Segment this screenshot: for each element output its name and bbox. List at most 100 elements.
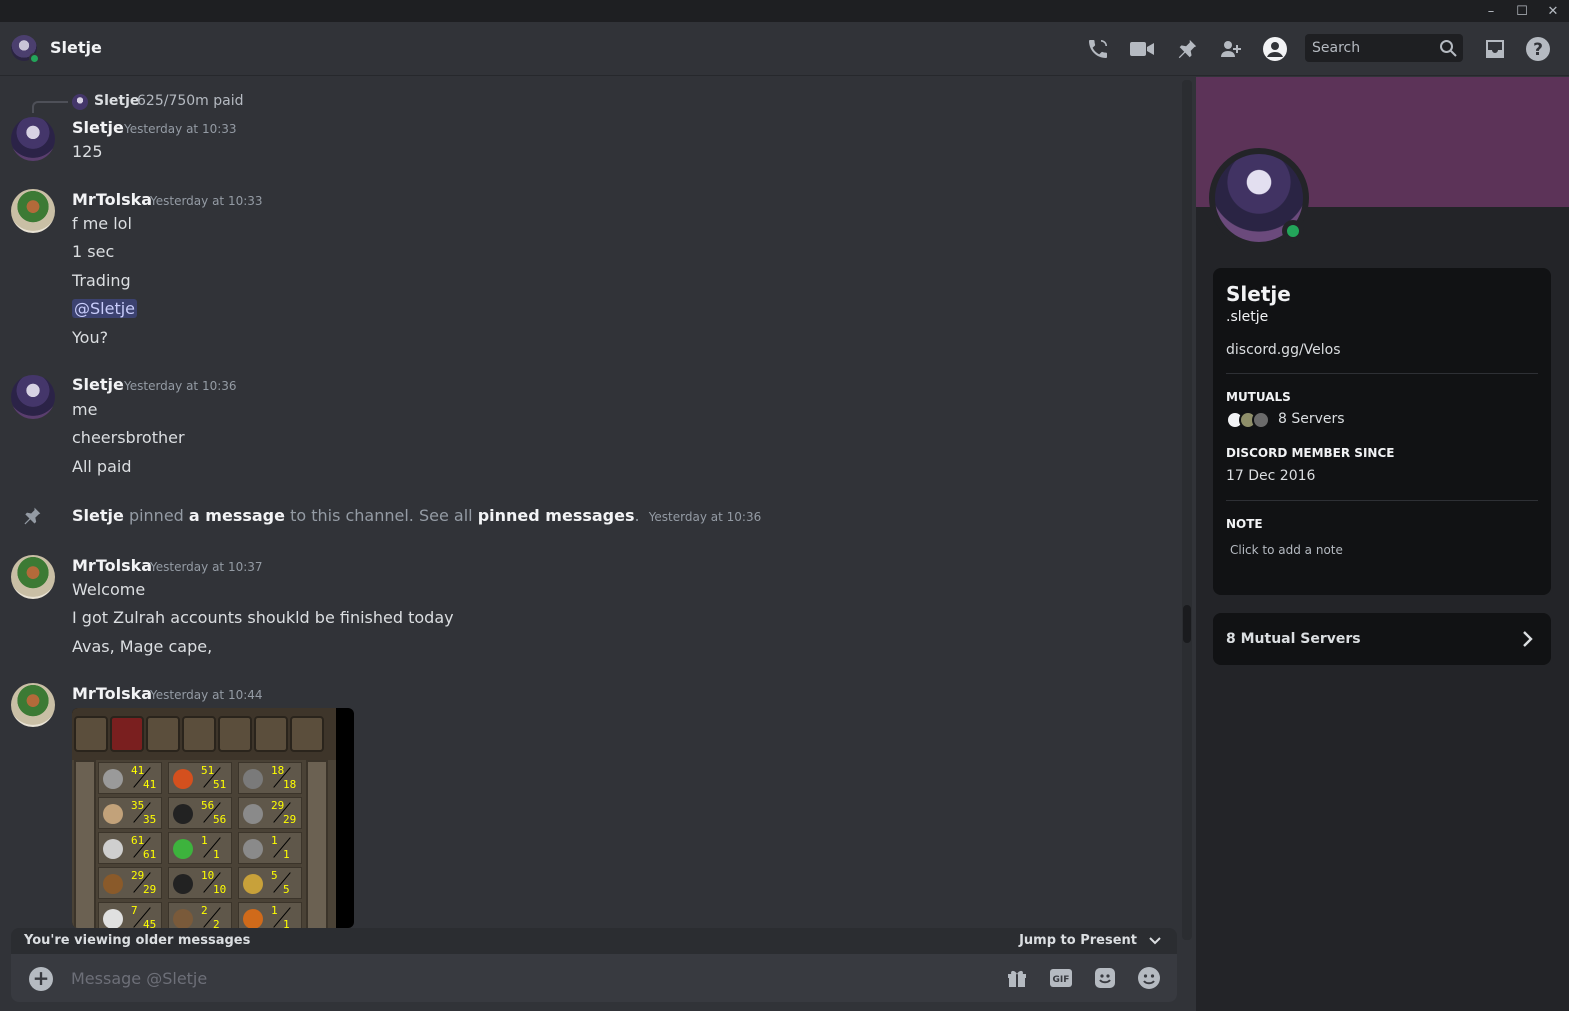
maximize-button[interactable]: ☐ [1507, 0, 1537, 22]
message-author[interactable]: MrTolska [72, 190, 152, 209]
avatar[interactable] [11, 189, 55, 233]
pinned-messages-link[interactable]: pinned messages [478, 506, 635, 525]
avatar[interactable] [11, 555, 55, 599]
skill-icon [103, 769, 123, 789]
message-text: cheersbrother [72, 428, 185, 447]
search-placeholder: Search [1312, 40, 1361, 56]
server-icon [1252, 411, 1270, 429]
skill-icon [173, 874, 193, 894]
skill-cell: 41 41 [98, 762, 162, 794]
online-status-icon [1282, 220, 1304, 242]
skill-max-level: 1 [283, 918, 290, 928]
message-text: You? [72, 328, 109, 347]
skill-cell: 11 [238, 832, 302, 864]
skill-level: 1 [201, 834, 208, 847]
image-attachment[interactable]: 41 41 51 51 18 18 35 35 56 56 29 29 61 61 1 1 1 1 29 29 10 10… [72, 708, 354, 928]
note-heading: NOTE [1226, 517, 1263, 531]
message-author[interactable]: MrTolska [72, 684, 152, 703]
scrollbar-track[interactable] [1182, 80, 1192, 940]
reply-author[interactable]: Sletje [94, 93, 139, 109]
message-timestamp: Yesterday at 10:37 [150, 560, 263, 574]
system-message: Sletje pinned a message to this channel.… [72, 506, 761, 525]
message-author[interactable]: MrTolska [72, 556, 152, 575]
user-mention[interactable]: @Sletje [72, 299, 138, 318]
message-text: 125 [72, 142, 103, 161]
message-input[interactable] [71, 966, 771, 990]
gift-icon[interactable] [1005, 966, 1029, 990]
skill-max-level: 41 [143, 778, 157, 791]
mutual-servers-label: 8 Mutual Servers [1226, 631, 1361, 647]
skill-max-level: 29 [283, 813, 297, 826]
message-text: Trading [72, 271, 131, 290]
profile-display-name: Sletje [1226, 282, 1291, 306]
skill-max-level: 45 [143, 918, 157, 928]
voice-call-icon[interactable] [1085, 36, 1111, 62]
skill-cell: 22 [168, 902, 232, 928]
pinned-message-link[interactable]: a message [189, 506, 285, 525]
message-timestamp: Yesterday at 10:36 [124, 379, 237, 393]
magic-tab-icon [290, 716, 324, 752]
message-author[interactable]: Sletje [72, 375, 124, 394]
minimize-button[interactable]: – [1476, 0, 1506, 22]
skill-icon [103, 804, 123, 824]
combat-tab-icon [74, 716, 108, 752]
mutual-servers-count[interactable]: 8 Servers [1278, 411, 1345, 427]
message-timestamp: Yesterday at 10:44 [150, 688, 263, 702]
avatar[interactable] [11, 375, 55, 419]
page-title: Sletje [50, 38, 102, 57]
skill-cell: 11 [238, 902, 302, 928]
sticker-icon[interactable] [1093, 966, 1117, 990]
chevron-down-icon[interactable] [1147, 932, 1163, 948]
system-author[interactable]: Sletje [72, 506, 124, 525]
note-input[interactable]: Click to add a note [1230, 543, 1343, 557]
skill-cell: 29 29 [98, 867, 162, 899]
svg-text:?: ? [1533, 40, 1543, 60]
avatar[interactable] [11, 683, 55, 727]
message-text: Avas, Mage cape, [72, 637, 213, 656]
skill-icon [173, 909, 193, 928]
profile-card: Sletje .sletje discord.gg/Velos MUTUALS … [1213, 268, 1551, 595]
skill-cell: 55 [238, 867, 302, 899]
skill-cell: 61 61 [98, 832, 162, 864]
profile-bio[interactable]: discord.gg/Velos [1226, 342, 1341, 358]
skill-max-level: 29 [143, 883, 157, 896]
emoji-icon[interactable] [1137, 966, 1161, 990]
close-window-button[interactable]: ✕ [1538, 0, 1568, 22]
user-profile-icon[interactable] [1262, 36, 1288, 62]
pin-icon[interactable] [1174, 36, 1200, 62]
older-messages-bar: You're viewing older messages Jump to Pr… [11, 928, 1177, 954]
message-author[interactable]: Sletje [72, 118, 124, 137]
skill-max-level: 51 [213, 778, 227, 791]
game-tab-bar [72, 708, 336, 760]
skill-max-level: 1 [213, 848, 220, 861]
user-profile-panel: Sletje .sletje discord.gg/Velos MUTUALS … [1196, 77, 1569, 1011]
add-attachment-button[interactable]: + [29, 967, 53, 991]
scrollbar-thumb[interactable] [1183, 605, 1191, 643]
message-text: 1 sec [72, 242, 115, 261]
avatar[interactable] [11, 117, 55, 161]
system-text: to this channel. See all [290, 506, 473, 525]
add-friend-icon[interactable] [1218, 36, 1244, 62]
skill-icon [173, 769, 193, 789]
skill-icon [173, 839, 193, 859]
gif-icon[interactable]: GIF [1049, 966, 1073, 990]
skill-cell: 7 45 [98, 902, 162, 928]
member-since-date: 17 Dec 2016 [1226, 468, 1316, 484]
prayer-tab-icon [254, 716, 288, 752]
jump-to-present-button[interactable]: Jump to Present [1019, 933, 1137, 948]
help-icon[interactable]: ? [1525, 36, 1551, 62]
mutuals-heading: MUTUALS [1226, 390, 1291, 404]
reply-preview[interactable]: 625/750m paid [137, 93, 244, 109]
video-call-icon[interactable] [1129, 36, 1155, 62]
skill-max-level: 56 [213, 813, 227, 826]
reply-avatar[interactable] [72, 94, 88, 110]
pin-icon [22, 506, 44, 528]
mutual-server-icons[interactable] [1226, 411, 1276, 429]
mutual-servers-button[interactable]: 8 Mutual Servers [1213, 613, 1551, 665]
inventory-tab-icon [182, 716, 216, 752]
skill-max-level: 18 [283, 778, 297, 791]
search-input[interactable]: Search [1305, 34, 1463, 62]
skill-icon [243, 874, 263, 894]
equipment-tab-icon [218, 716, 252, 752]
inbox-icon[interactable] [1482, 36, 1508, 62]
